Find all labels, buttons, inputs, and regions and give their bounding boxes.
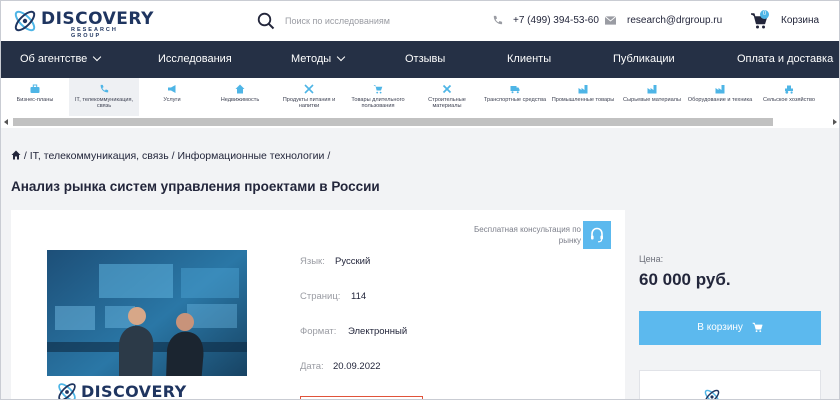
nav-item-reviews[interactable]: Отзывы <box>405 53 445 65</box>
megaphone-icon <box>168 85 176 93</box>
language-label: Язык: <box>300 256 325 267</box>
logo-icon <box>58 383 76 399</box>
category-durables[interactable]: Товары длительного пользования <box>343 78 413 116</box>
factory-icon <box>647 85 657 94</box>
category-label: Бизнес-планы <box>16 97 54 103</box>
category-label: Услуги <box>163 97 181 103</box>
tractor-icon <box>785 85 793 94</box>
category-label: Недвижимость <box>220 97 260 103</box>
nav-item-clients[interactable]: Клиенты <box>507 53 551 65</box>
page-frame: DISCOVERY RESEARCH GROUP +7 (499) 394-53… <box>0 0 840 400</box>
mail-icon <box>605 16 616 25</box>
nav-item-methods[interactable]: Методы <box>291 52 346 65</box>
nav-item-publications[interactable]: Публикации <box>613 53 675 65</box>
scroll-left-icon[interactable] <box>4 119 8 125</box>
logo[interactable]: DISCOVERY RESEARCH GROUP <box>11 7 153 39</box>
category-scrollbar[interactable] <box>1 116 839 128</box>
scrollbar-thumb[interactable] <box>13 118 773 126</box>
nav-item-about[interactable]: Об агентстве <box>20 52 102 65</box>
price-panel: Цена: 60 000 руб. В корзину <box>625 210 839 399</box>
consult-label[interactable]: Бесплатная консультация по рынку <box>471 224 581 246</box>
category-it[interactable]: IT, телекоммуникация, связь <box>69 78 139 116</box>
cart-icon <box>752 323 763 333</box>
nav-item-label: Методы <box>291 53 332 65</box>
category-label: Промышленные товары <box>551 97 615 103</box>
language-value: Русский <box>335 256 371 267</box>
date-label: Дата: <box>300 361 324 372</box>
nav-item-label: Об агентстве <box>20 53 88 65</box>
format-value: Электронный <box>348 326 408 337</box>
factory-icon <box>715 85 725 94</box>
category-raw-materials[interactable]: Сырьевые материалы <box>617 78 687 116</box>
breadcrumb-item[interactable]: Информационные технологии <box>177 150 324 162</box>
category-food[interactable]: Продукты питания и напитки <box>275 78 343 116</box>
phone-number[interactable]: +7 (499) 394-53-60 <box>513 15 599 26</box>
cover-logo: DISCOVERY <box>47 376 247 400</box>
scroll-right-icon[interactable] <box>833 119 837 125</box>
category-construction[interactable]: Строительные материалы <box>413 78 481 116</box>
chevron-down-icon <box>93 52 102 62</box>
category-business-plans[interactable]: Бизнес-планы <box>1 78 69 116</box>
category-label: Строительные материалы <box>428 97 466 110</box>
logo-word: DISCOVERY <box>41 9 154 29</box>
cutlery-icon <box>304 84 314 94</box>
add-to-cart-label: В корзину <box>697 322 743 334</box>
breadcrumb-separator: / <box>327 150 331 162</box>
category-real-estate[interactable]: Недвижимость <box>205 78 275 116</box>
chevron-down-icon <box>336 52 346 62</box>
product-card: DISCOVERY Бесплатная консультация по рын… <box>11 210 625 400</box>
search-icon[interactable] <box>257 12 275 30</box>
pages-label: Страниц: <box>300 291 341 302</box>
category-label: Оборудование и техника <box>687 97 753 103</box>
breadcrumb: / IT, телекоммуникация, связь / Информац… <box>11 150 330 162</box>
logo-icon <box>704 389 720 399</box>
category-services[interactable]: Услуги <box>139 78 205 116</box>
logo-icon <box>14 10 36 32</box>
truck-icon <box>510 86 520 94</box>
cover-logo-word: DISCOVERY <box>81 382 187 400</box>
price-value: 60 000 руб. <box>639 270 731 289</box>
home-icon[interactable] <box>11 150 21 160</box>
format-label: Формат: <box>300 326 337 337</box>
house-icon <box>235 84 245 94</box>
add-to-cart-button[interactable]: В корзину <box>639 311 821 345</box>
report-cover-image[interactable]: DISCOVERY <box>47 250 247 400</box>
phone-icon <box>100 84 109 93</box>
category-agriculture[interactable]: Сельское хозяйство <box>753 78 825 116</box>
email-link[interactable]: research@drgroup.ru <box>627 15 722 26</box>
pages-value: 114 <box>351 291 367 302</box>
category-label: Сельское хозяйство <box>762 97 816 103</box>
cart-count-badge: 0 <box>760 10 769 19</box>
related-report-card[interactable] <box>639 370 821 399</box>
nav-item-payment[interactable]: Оплата и доставка <box>737 53 833 65</box>
headset-icon <box>591 227 603 243</box>
category-label: IT, телекоммуникация, связь <box>74 97 134 110</box>
order-button[interactable] <box>300 396 423 399</box>
cart-link[interactable]: Корзина <box>781 15 819 26</box>
phone-icon <box>493 15 503 25</box>
category-industrial[interactable]: Промышленные товары <box>549 78 617 116</box>
price-label: Цена: <box>639 254 664 264</box>
nav-item-research[interactable]: Исследования <box>158 53 232 65</box>
tools-icon <box>442 84 452 94</box>
category-label: Транспортные средства <box>483 97 547 103</box>
date-value: 20.09.2022 <box>333 361 381 372</box>
briefcase-icon <box>30 84 40 93</box>
consult-button[interactable] <box>583 221 611 249</box>
logo-subtitle: RESEARCH GROUP <box>71 27 118 39</box>
category-label: Продукты питания и напитки <box>282 97 336 110</box>
breadcrumb-item[interactable]: IT, телекоммуникация, связь <box>30 150 169 162</box>
top-header: DISCOVERY RESEARCH GROUP +7 (499) 394-53… <box>1 1 839 41</box>
category-equipment[interactable]: Оборудование и техника <box>687 78 753 116</box>
search-input[interactable] <box>285 12 465 30</box>
category-strip: Бизнес-планы IT, телекоммуникация, связь… <box>1 78 839 116</box>
page-title: Анализ рынка систем управления проектами… <box>11 179 380 194</box>
category-label: Сырьевые материалы <box>623 97 681 103</box>
category-label: Товары длительного пользования <box>351 97 405 110</box>
category-vehicles[interactable]: Транспортные средства <box>481 78 549 116</box>
factory-icon <box>578 85 588 94</box>
main-nav: Об агентстве Исследования Методы Отзывы … <box>1 41 839 78</box>
cart-icon <box>373 85 383 94</box>
